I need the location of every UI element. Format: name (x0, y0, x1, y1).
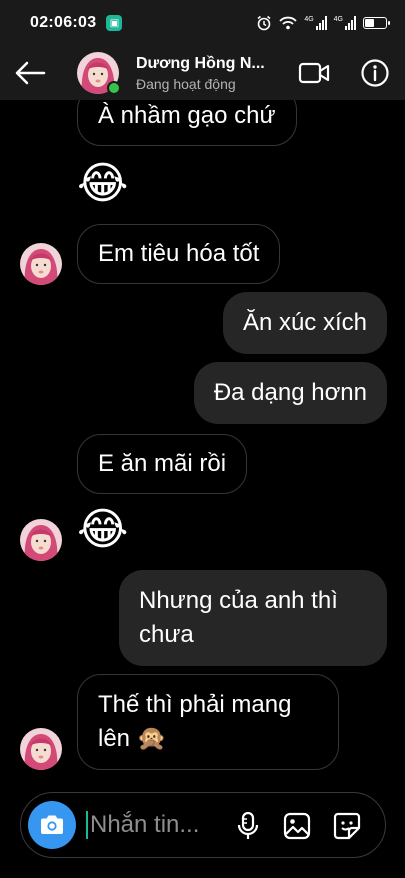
signal-icon (315, 16, 327, 30)
video-camera-icon (298, 62, 330, 84)
message-text: Đa dạng hơnn (213, 379, 367, 406)
video-call-button[interactable] (297, 56, 331, 90)
message-emoji[interactable]: 😂 (77, 162, 128, 206)
message-list[interactable]: À nhầm gạo chứ 😂 Em tiêu hóa tốt Ăn xúc … (0, 100, 405, 778)
contact-avatar-small[interactable] (20, 519, 62, 561)
message-text: E ăn mãi rồi (98, 450, 227, 477)
status-bar: 02:06:03 ▣ 4G 4G (0, 0, 405, 46)
camera-button[interactable] (28, 801, 76, 849)
message-incoming[interactable]: Thế thì phải mang lên 🙊 (77, 674, 339, 770)
message-text: Ăn xúc xích (242, 309, 367, 336)
message-text: À nhầm gạo chứ (98, 102, 276, 129)
chat-header: Dương Hồng N... Đang hoạt động (0, 46, 405, 100)
online-indicator (107, 81, 121, 95)
message-incoming[interactable]: Em tiêu hóa tốt (77, 224, 281, 284)
camera-icon (41, 815, 63, 834)
arrow-left-icon (15, 61, 46, 85)
wifi-icon (279, 16, 297, 30)
message-emoji[interactable]: 😂 (77, 508, 128, 552)
message-outgoing[interactable]: Đa dạng hơnn (193, 362, 387, 424)
contact-avatar[interactable] (77, 52, 121, 95)
contact-avatar-small[interactable] (20, 728, 62, 770)
contact-avatar-small[interactable] (20, 243, 62, 285)
message-composer (20, 792, 386, 858)
status-time: 02:06:03 (30, 14, 97, 31)
info-icon (361, 59, 389, 87)
microphone-icon (237, 811, 259, 839)
info-button[interactable] (358, 56, 392, 90)
message-outgoing[interactable]: Nhưng của anh thì chưa (119, 570, 387, 666)
voice-message-button[interactable] (231, 809, 265, 843)
text-cursor (86, 811, 88, 839)
message-text: Nhưng của anh thì chưa (139, 587, 338, 648)
status-icons: 4G 4G (256, 15, 390, 31)
message-outgoing[interactable]: Ăn xúc xích (222, 292, 387, 354)
contact-name: Dương Hồng N... (136, 54, 265, 72)
message-text: Em tiêu hóa tốt (98, 240, 260, 267)
alarm-icon (257, 15, 271, 31)
network-label-1: 4G (304, 15, 314, 23)
contact-status: Đang hoạt động (136, 75, 236, 92)
message-incoming[interactable]: E ăn mãi rồi (77, 434, 248, 494)
message-input[interactable] (90, 811, 215, 839)
app-notification-icon: ▣ (106, 15, 123, 31)
message-incoming[interactable]: À nhầm gạo chứ (77, 100, 297, 146)
back-button[interactable] (0, 46, 60, 100)
sticker-icon (333, 812, 361, 840)
network-label-2: 4G (333, 15, 343, 23)
message-text: Thế thì phải mang lên 🙊 (98, 691, 292, 752)
sticker-button[interactable] (330, 809, 364, 843)
contact-info[interactable]: Dương Hồng N... Đang hoạt động (136, 55, 276, 92)
battery-icon (363, 17, 390, 29)
signal-icon-2 (345, 16, 356, 30)
image-icon (283, 812, 311, 840)
gallery-button[interactable] (280, 809, 314, 843)
